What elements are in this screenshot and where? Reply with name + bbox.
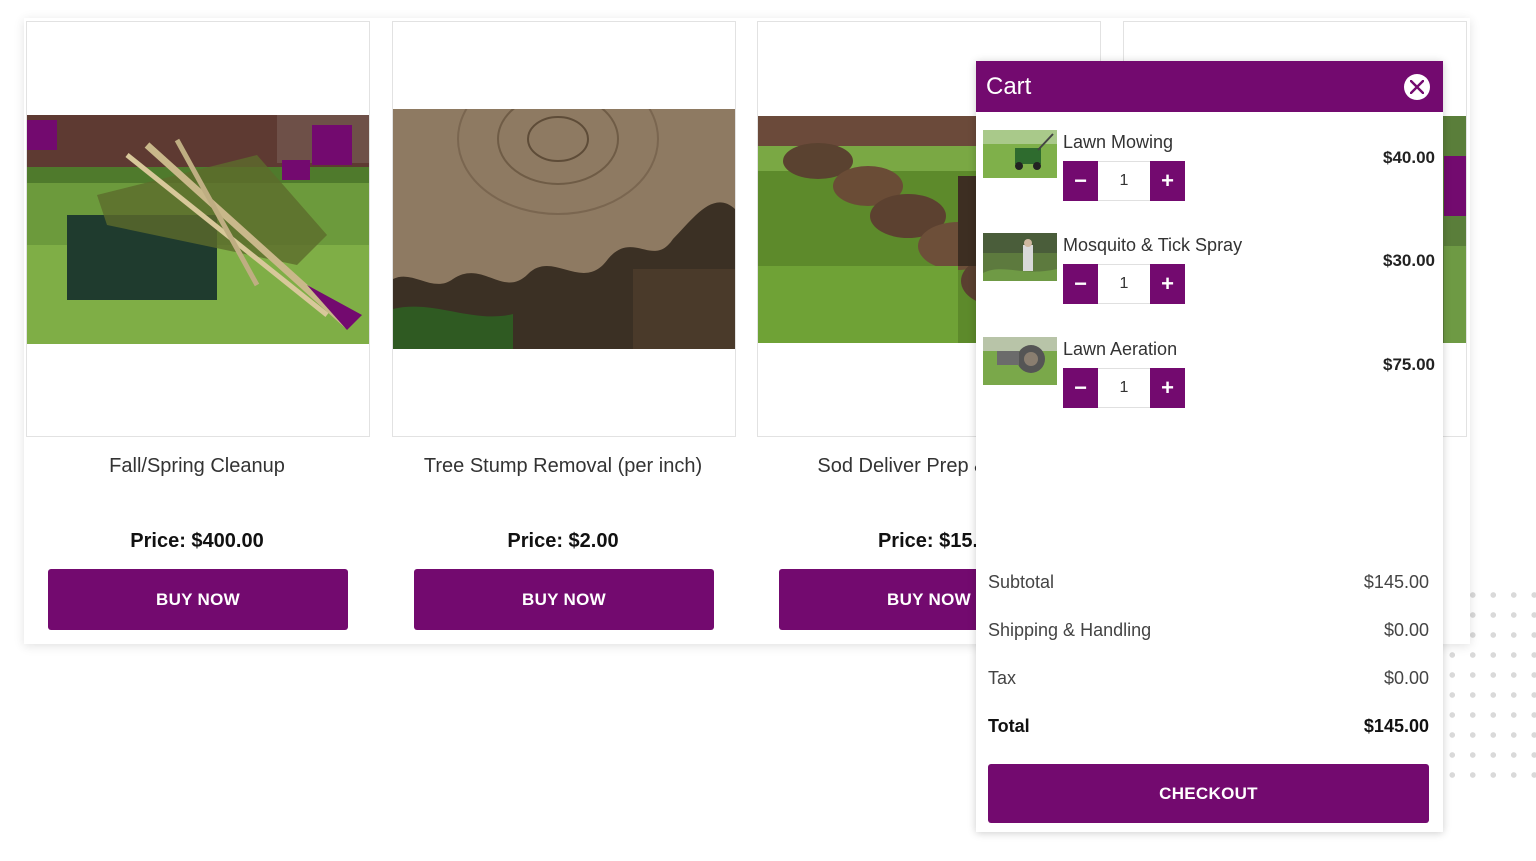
increase-quantity-button[interactable]: + <box>1150 264 1185 304</box>
increase-quantity-button[interactable]: + <box>1150 161 1185 201</box>
quantity-input[interactable] <box>1098 264 1150 304</box>
quantity-stepper: − + <box>1063 264 1185 304</box>
shipping-label: Shipping & Handling <box>988 620 1152 640</box>
total-value: $145.00 <box>1363 716 1429 736</box>
product-image-frame <box>26 21 370 437</box>
quantity-stepper: − + <box>1063 368 1185 408</box>
page: Fall/Spring Cleanup Price: $400.00 BUY N… <box>0 0 1536 861</box>
subtotal-value: $145.00 <box>1363 572 1429 592</box>
cart-item-name: Lawn Mowing <box>1063 132 1174 152</box>
decrease-quantity-button[interactable]: − <box>1063 368 1098 408</box>
tax-label: Tax <box>988 668 1017 688</box>
product-card: Tree Stump Removal (per inch) Price: $2.… <box>390 18 736 644</box>
lawn-mower-thumbnail <box>983 130 1057 178</box>
increase-quantity-button[interactable]: + <box>1150 368 1185 408</box>
cart-item: Mosquito & Tick Spray $30.00 − + <box>976 233 1443 323</box>
shipping-value: $0.00 <box>1383 620 1429 640</box>
quantity-stepper: − + <box>1063 161 1185 201</box>
quantity-input[interactable] <box>1098 368 1150 408</box>
close-cart-button[interactable] <box>1404 74 1430 100</box>
close-icon <box>1410 80 1424 94</box>
aerator-thumbnail <box>983 337 1057 385</box>
product-price: Price: $2.00 <box>507 530 619 552</box>
cart-item-price: $30.00 <box>1383 251 1435 270</box>
decrease-quantity-button[interactable]: − <box>1063 264 1098 304</box>
product-price: Price: $400.00 <box>130 530 264 552</box>
product-name: Fall/Spring Cleanup <box>109 455 285 477</box>
buy-now-button[interactable]: BUY NOW <box>414 569 714 630</box>
quantity-input[interactable] <box>1098 161 1150 201</box>
spraying-thumbnail <box>983 233 1057 281</box>
cart-item-name: Mosquito & Tick Spray <box>1063 235 1243 255</box>
cart-item-price: $40.00 <box>1383 148 1435 167</box>
tree-stump-photo[interactable] <box>393 109 735 349</box>
checkout-button[interactable]: CHECKOUT <box>988 764 1429 823</box>
cart-panel: Cart Lawn Mowing $40.00 − + <box>976 61 1443 832</box>
tax-value: $0.00 <box>1383 668 1429 688</box>
cart-title: Cart <box>986 73 1032 100</box>
cart-item: Lawn Aeration $75.00 − + <box>976 337 1443 427</box>
total-label: Total <box>988 716 1030 736</box>
cart-header: Cart <box>976 61 1443 112</box>
product-card: Fall/Spring Cleanup Price: $400.00 BUY N… <box>24 18 370 644</box>
yard-debris-photo[interactable] <box>27 115 369 344</box>
cart-item-price: $75.00 <box>1383 355 1435 374</box>
cart-item-name: Lawn Aeration <box>1063 339 1178 359</box>
decrease-quantity-button[interactable]: − <box>1063 161 1098 201</box>
buy-now-button[interactable]: BUY NOW <box>48 569 348 630</box>
product-name: Tree Stump Removal (per inch) <box>423 455 703 477</box>
cart-item: Lawn Mowing $40.00 − + <box>976 130 1443 220</box>
product-image-frame <box>392 21 736 437</box>
subtotal-label: Subtotal <box>988 572 1055 592</box>
